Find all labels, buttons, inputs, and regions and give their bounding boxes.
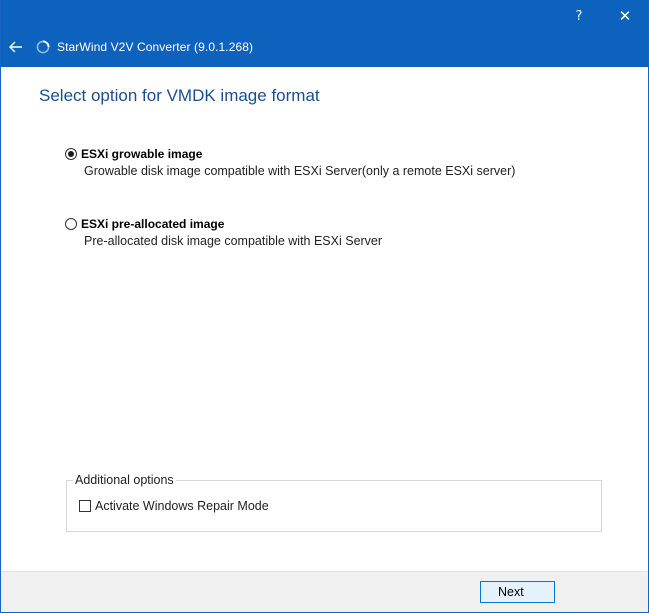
next-button[interactable]: Next (480, 581, 555, 603)
radio-esxi-growable[interactable] (65, 148, 77, 160)
repair-mode-checkbox[interactable] (79, 500, 91, 512)
option-esxi-growable[interactable]: ESXi growable image Growable disk image … (65, 147, 515, 178)
footer-bar: Next (1, 571, 648, 612)
page-title: Select option for VMDK image format (39, 86, 320, 105)
close-button[interactable]: ✕ (602, 0, 648, 32)
option-label[interactable]: ESXi growable image (81, 147, 202, 161)
repair-mode-label[interactable]: Activate Windows Repair Mode (95, 499, 269, 513)
additional-options-group: Additional options Activate Windows Repa… (66, 473, 602, 532)
additional-options-legend: Additional options (73, 473, 176, 487)
option-label[interactable]: ESXi pre-allocated image (81, 217, 224, 231)
option-esxi-preallocated[interactable]: ESXi pre-allocated image Pre-allocated d… (65, 217, 382, 248)
repair-mode-option[interactable]: Activate Windows Repair Mode (79, 499, 269, 513)
starwind-logo-icon (35, 39, 51, 55)
window-title: StarWind V2V Converter (9.0.1.268) (57, 40, 254, 54)
help-icon: ? (575, 8, 583, 24)
title-bar: ? ✕ StarWind V2V Converter (9.0.1.268) (1, 0, 648, 67)
back-button[interactable] (1, 32, 31, 62)
option-description: Pre-allocated disk image compatible with… (84, 234, 383, 248)
help-button[interactable]: ? (556, 0, 602, 32)
converter-window: ? ✕ StarWind V2V Converter (9.0.1.268) S… (0, 0, 649, 613)
close-icon: ✕ (618, 7, 632, 25)
app-header-row: StarWind V2V Converter (9.0.1.268) (1, 32, 253, 62)
option-description: Growable disk image compatible with ESXi… (84, 164, 516, 178)
window-controls: ? ✕ (556, 0, 648, 32)
radio-esxi-preallocated[interactable] (65, 218, 77, 230)
arrow-left-icon (9, 41, 22, 53)
radio-selected-dot (68, 151, 74, 157)
